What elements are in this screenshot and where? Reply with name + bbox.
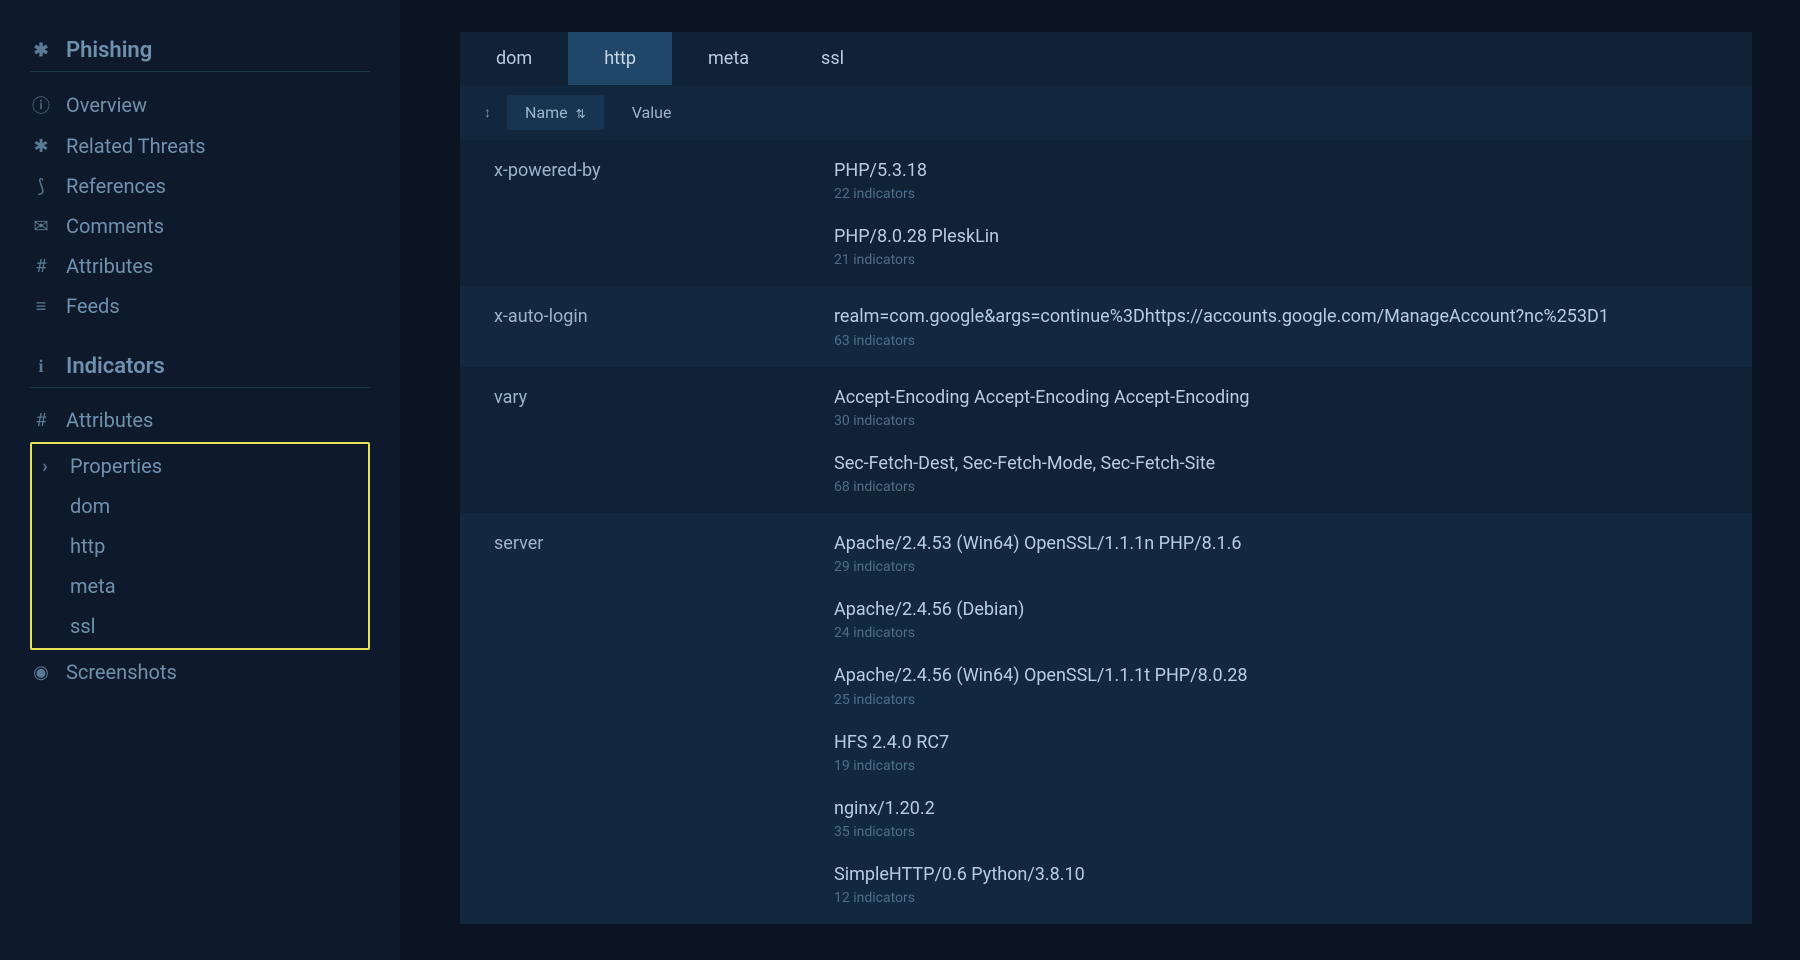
sidebar-subitem-meta[interactable]: meta xyxy=(32,566,368,606)
value-text: Apache/2.4.56 (Win64) OpenSSL/1.1.1t PHP… xyxy=(834,663,1730,688)
row-name: x-auto-login xyxy=(494,304,834,348)
rss-icon xyxy=(30,176,52,197)
table-row: x-powered-byPHP/5.3.18 22 indicators PHP/8… xyxy=(460,140,1752,286)
sidebar-header-indicators: Indicators xyxy=(30,346,370,388)
value-block[interactable]: PHP/8.0.28 PleskLin 21 indicators xyxy=(834,224,1730,268)
sidebar-item-label: Attributes xyxy=(66,408,153,432)
row-sort-icon[interactable] xyxy=(478,104,497,121)
sidebar-item-comments[interactable]: Comments xyxy=(30,206,370,246)
sidebar-item-label: Attributes xyxy=(66,254,153,278)
value-text: HFS 2.4.0 RC7 xyxy=(834,730,1730,755)
row-values: Accept-Encoding Accept-Encoding Accept-E… xyxy=(834,385,1730,495)
sidebar-subitem-http[interactable]: http xyxy=(32,526,368,566)
value-text: PHP/5.3.18 xyxy=(834,158,1730,183)
sidebar-item-label: Related Threats xyxy=(66,134,206,158)
value-block[interactable]: SimpleHTTP/0.6 Python/3.8.10 12 indicator… xyxy=(834,862,1730,906)
value-indicator-count: 30 indicators xyxy=(834,413,1730,429)
row-values: Apache/2.4.53 (Win64) OpenSSL/1.1.1n PHP… xyxy=(834,531,1730,906)
column-header-name[interactable]: Name xyxy=(507,95,604,130)
value-indicator-count: 25 indicators xyxy=(834,692,1730,708)
sidebar-subitem-ssl[interactable]: ssl xyxy=(32,606,368,646)
sidebar-item-attributes[interactable]: Attributes xyxy=(30,246,370,286)
table-row: x-auto-loginrealm=com.google&args=contin… xyxy=(460,286,1752,366)
properties-panel: dom http meta ssl Name Value x-powered-b… xyxy=(460,32,1752,924)
value-indicator-count: 63 indicators xyxy=(834,333,1730,349)
tab-meta[interactable]: meta xyxy=(672,32,785,85)
tab-ssl[interactable]: ssl xyxy=(785,32,880,85)
value-indicator-count: 24 indicators xyxy=(834,625,1730,641)
sidebar-item-label: Screenshots xyxy=(66,660,177,684)
comment-icon xyxy=(30,216,52,237)
sidebar-item-overview[interactable]: Overview xyxy=(30,84,370,126)
tab-http[interactable]: http xyxy=(568,32,672,85)
value-text: nginx/1.20.2 xyxy=(834,796,1730,821)
value-indicator-count: 12 indicators xyxy=(834,890,1730,906)
value-text: SimpleHTTP/0.6 Python/3.8.10 xyxy=(834,862,1730,887)
info-icon xyxy=(30,92,52,118)
value-indicator-count: 19 indicators xyxy=(834,758,1730,774)
sidebar-item-attributes-2[interactable]: Attributes xyxy=(30,400,370,440)
sidebar-item-feeds[interactable]: Feeds xyxy=(30,286,370,326)
bug-icon xyxy=(30,136,52,157)
sidebar-header-indicators-label: Indicators xyxy=(66,354,165,379)
sidebar-item-label: Comments xyxy=(66,214,164,238)
sidebar-item-properties[interactable]: Properties xyxy=(32,446,368,486)
value-text: Accept-Encoding Accept-Encoding Accept-E… xyxy=(834,385,1730,410)
sidebar-item-label: References xyxy=(66,174,166,198)
sidebar-item-label: Properties xyxy=(70,454,162,478)
value-block[interactable]: Sec-Fetch-Dest, Sec-Fetch-Mode, Sec-Fetc… xyxy=(834,451,1730,495)
value-indicator-count: 22 indicators xyxy=(834,186,1730,202)
value-indicator-count: 35 indicators xyxy=(834,824,1730,840)
sort-icon xyxy=(576,103,586,122)
value-block[interactable]: Apache/2.4.56 (Win64) OpenSSL/1.1.1t PHP… xyxy=(834,663,1730,707)
table-row: serverApache/2.4.53 (Win64) OpenSSL/1.1.… xyxy=(460,513,1752,924)
row-values: PHP/5.3.18 22 indicators PHP/8.0.28 PleskL… xyxy=(834,158,1730,268)
hash-icon xyxy=(30,410,52,431)
value-block[interactable]: PHP/5.3.18 22 indicators xyxy=(834,158,1730,202)
sidebar: Phishing Overview Related Threats Refere… xyxy=(0,0,400,960)
sidebar-item-related-threats[interactable]: Related Threats xyxy=(30,126,370,166)
hash-icon xyxy=(30,256,52,277)
value-indicator-count: 21 indicators xyxy=(834,252,1730,268)
value-block[interactable]: Apache/2.4.53 (Win64) OpenSSL/1.1.1n PHP… xyxy=(834,531,1730,575)
sidebar-subitem-dom[interactable]: dom xyxy=(32,486,368,526)
list-icon xyxy=(30,296,52,317)
value-block[interactable]: realm=com.google&args=continue%3Dhttps:/… xyxy=(834,304,1730,348)
table-body: x-powered-byPHP/5.3.18 22 indicators PHP/8… xyxy=(460,140,1752,924)
row-name: server xyxy=(494,531,834,906)
tab-row: dom http meta ssl xyxy=(460,32,1752,85)
value-indicator-count: 29 indicators xyxy=(834,559,1730,575)
value-block[interactable]: nginx/1.20.2 35 indicators xyxy=(834,796,1730,840)
sidebar-properties-group: Properties dom http meta ssl xyxy=(30,442,370,650)
sidebar-item-screenshots[interactable]: Screenshots xyxy=(30,652,370,692)
table-row: varyAccept-Encoding Accept-Encoding Acce… xyxy=(460,367,1752,513)
value-text: Sec-Fetch-Dest, Sec-Fetch-Mode, Sec-Fetc… xyxy=(834,451,1730,476)
sidebar-header-phishing-label: Phishing xyxy=(66,38,152,63)
row-values: realm=com.google&args=continue%3Dhttps:/… xyxy=(834,304,1730,348)
value-text: PHP/8.0.28 PleskLin xyxy=(834,224,1730,249)
value-text: realm=com.google&args=continue%3Dhttps:/… xyxy=(834,304,1730,329)
value-block[interactable]: HFS 2.4.0 RC7 19 indicators xyxy=(834,730,1730,774)
camera-icon xyxy=(30,662,52,683)
value-block[interactable]: Accept-Encoding Accept-Encoding Accept-E… xyxy=(834,385,1730,429)
row-name: vary xyxy=(494,385,834,495)
sidebar-header-phishing: Phishing xyxy=(30,30,370,72)
value-block[interactable]: Apache/2.4.56 (Debian) 24 indicators xyxy=(834,597,1730,641)
sidebar-item-label: Overview xyxy=(66,93,147,117)
value-text: Apache/2.4.56 (Debian) xyxy=(834,597,1730,622)
table-header: Name Value xyxy=(460,85,1752,140)
sidebar-item-references[interactable]: References xyxy=(30,166,370,206)
chevron-right-icon xyxy=(34,456,56,477)
row-name: x-powered-by xyxy=(494,158,834,268)
value-indicator-count: 68 indicators xyxy=(834,479,1730,495)
sidebar-item-label: Feeds xyxy=(66,294,120,318)
bug-icon xyxy=(30,40,52,61)
main-content: dom http meta ssl Name Value x-powered-b… xyxy=(400,0,1800,960)
value-text: Apache/2.4.53 (Win64) OpenSSL/1.1.1n PHP… xyxy=(834,531,1730,556)
info-i-icon xyxy=(30,356,52,377)
column-header-value[interactable]: Value xyxy=(614,95,690,130)
tab-dom[interactable]: dom xyxy=(460,32,568,85)
